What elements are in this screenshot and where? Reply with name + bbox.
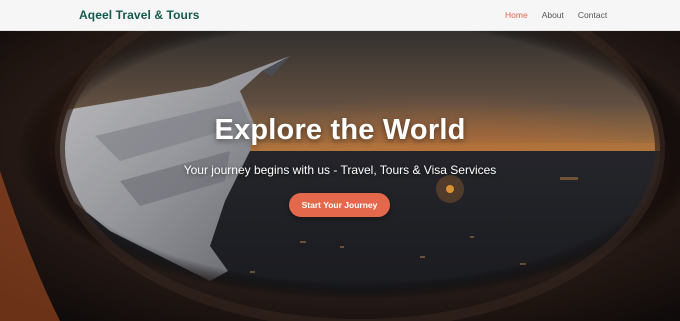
hero-subtitle: Your journey begins with us - Travel, To… <box>183 163 497 177</box>
site-header: Aqeel Travel & Tours Home About Contact <box>0 0 680 31</box>
nav-about-link[interactable]: About <box>542 10 564 20</box>
site-logo-text[interactable]: Aqeel Travel & Tours <box>79 8 199 22</box>
hero-content: Explore the World Your journey begins wi… <box>0 31 680 321</box>
nav-home-link[interactable]: Home <box>505 10 528 20</box>
main-nav: Home About Contact <box>505 10 607 20</box>
start-journey-button[interactable]: Start Your Journey <box>289 193 390 217</box>
hero-section: Explore the World Your journey begins wi… <box>0 31 680 321</box>
hero-title: Explore the World <box>214 114 466 146</box>
page: Aqeel Travel & Tours Home About Contact <box>0 0 680 321</box>
nav-contact-link[interactable]: Contact <box>578 10 607 20</box>
